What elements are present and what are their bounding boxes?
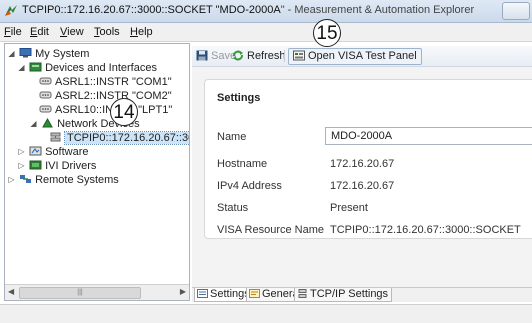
menu-file[interactable]: File [4,26,22,38]
save-button[interactable]: Save [196,49,236,63]
collapse-arrow-icon[interactable]: ◢ [29,117,38,131]
status-value: Present [330,202,368,214]
tree-item-asrl1[interactable]: ASRL1::INSTR "COM1" [39,75,172,89]
software-icon [29,146,42,156]
tree-item-asrl10[interactable]: ASRL10::INSTR "LPT1" [39,103,172,117]
menu-tools[interactable]: Tools [94,26,120,38]
name-label: Name [217,131,247,143]
computer-icon [19,48,32,58]
network-instrument-icon [50,132,61,142]
settings-tab-icon [197,289,208,298]
tree-item-ivi-drivers[interactable]: ▷ IVI Drivers [17,159,96,173]
expand-arrow-icon[interactable]: ▷ [17,145,26,159]
title-bar: TCPIP0::172.16.20.67::3000::SOCKET "MDO-… [0,0,532,23]
toolbar: Save Refresh Open VISA Test Panel [192,46,532,67]
parallel-port-icon [39,105,52,113]
config-tree[interactable]: ◢ My System ◢ Devices and Interfaces ASR… [4,43,190,301]
toolbar-separator [284,50,285,62]
mae-app-icon [5,5,17,16]
content-area: Settings Name Hostname 172.16.20.67 IPv4… [192,67,532,287]
scrollbar-thumb[interactable]: ||| [19,287,141,299]
hostname-label: Hostname [217,158,268,170]
tree-horizontal-scrollbar[interactable]: ◀ ||| ▶ [5,284,189,300]
menu-bar: File Edit View Tools Help [0,23,532,42]
tab-settings[interactable]: Settings [194,288,254,302]
general-tab-icon [249,289,260,298]
tree-item-devices[interactable]: ◢ Devices and Interfaces [17,61,157,75]
ivi-drivers-icon [29,160,42,170]
callout-15: 15 [313,19,341,47]
tree-item-software[interactable]: ▷ Software [17,145,88,159]
refresh-button[interactable]: Refresh [232,49,286,63]
refresh-icon [233,50,243,61]
ipv4-address-value: 172.16.20.67 [330,180,395,192]
status-bar [0,304,532,323]
expand-arrow-icon[interactable]: ▷ [7,173,16,187]
tree-item-tcpip-device[interactable]: TCPIP0::172.16.20.67::300 [49,131,189,145]
tree-item-my-system[interactable]: ◢ My System [7,47,89,61]
tree-item-asrl2[interactable]: ASRL2::INSTR "COM2" [39,89,172,103]
collapse-arrow-icon[interactable]: ◢ [7,47,16,61]
open-visa-test-panel-button[interactable]: Open VISA Test Panel [288,48,422,65]
scroll-right-icon[interactable]: ▶ [180,287,186,296]
menu-help[interactable]: Help [130,26,153,38]
status-label: Status [217,202,249,214]
network-icon [42,118,53,128]
window-control-button[interactable] [502,2,530,20]
hostname-value: 172.16.20.67 [330,158,395,170]
bottom-tab-bar: Settings General TCP/IP Settings [192,287,532,302]
save-icon [196,50,208,61]
test-panel-icon [293,50,305,61]
callout-14: 14 [110,98,138,126]
settings-header: Settings [217,92,261,104]
visa-resource-name-value: TCPIP0::172.16.20.67::3000::SOCKET [330,224,521,236]
scroll-left-icon[interactable]: ◀ [8,287,14,296]
expand-arrow-icon[interactable]: ▷ [17,159,26,173]
devices-icon [29,62,42,72]
tab-tcpip-settings[interactable]: TCP/IP Settings [294,288,393,302]
collapse-arrow-icon[interactable]: ◢ [17,61,26,75]
ipv4-address-label: IPv4 Address [217,180,282,192]
remote-systems-icon [20,175,32,183]
tcpip-tab-icon [298,289,307,298]
window-title: TCPIP0::172.16.20.67::3000::SOCKET "MDO-… [22,4,475,16]
menu-view[interactable]: View [60,26,84,38]
tree-item-remote-systems[interactable]: ▷ Remote Systems [7,173,118,187]
name-input[interactable] [325,127,532,145]
serial-port-icon [39,91,52,99]
serial-port-icon [39,77,52,85]
settings-panel: Settings Name Hostname 172.16.20.67 IPv4… [204,79,532,239]
menu-edit[interactable]: Edit [30,26,49,38]
visa-resource-name-label: VISA Resource Name [217,224,324,236]
